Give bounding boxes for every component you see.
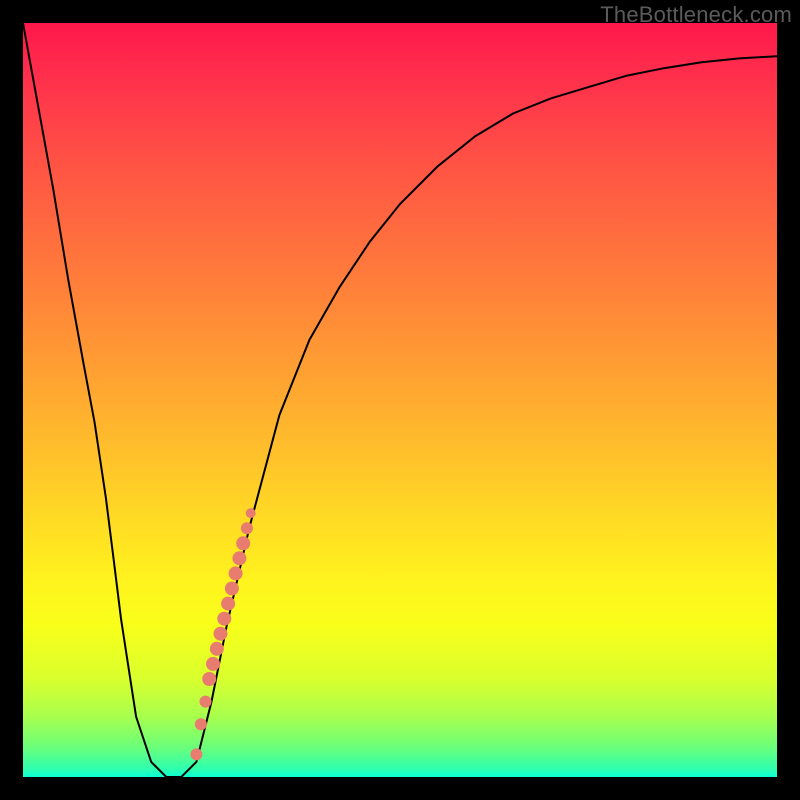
- plot-area: [23, 23, 777, 777]
- chart-svg: [23, 23, 777, 777]
- highlight-point: [217, 612, 231, 626]
- highlight-point: [190, 748, 202, 760]
- highlight-point: [214, 627, 228, 641]
- highlight-point: [221, 597, 235, 611]
- bottleneck-curve: [23, 23, 777, 777]
- attribution-text: TheBottleneck.com: [600, 2, 792, 28]
- highlight-point: [232, 551, 246, 565]
- highlight-point: [202, 672, 216, 686]
- highlight-points: [190, 508, 255, 760]
- highlight-point: [225, 582, 239, 596]
- highlight-point: [229, 566, 243, 580]
- highlight-point: [206, 657, 220, 671]
- highlight-point: [200, 696, 212, 708]
- chart-frame: TheBottleneck.com: [0, 0, 800, 800]
- highlight-point: [241, 522, 253, 534]
- highlight-point: [210, 642, 224, 656]
- highlight-point: [236, 536, 250, 550]
- highlight-point: [246, 508, 256, 518]
- highlight-point: [195, 718, 207, 730]
